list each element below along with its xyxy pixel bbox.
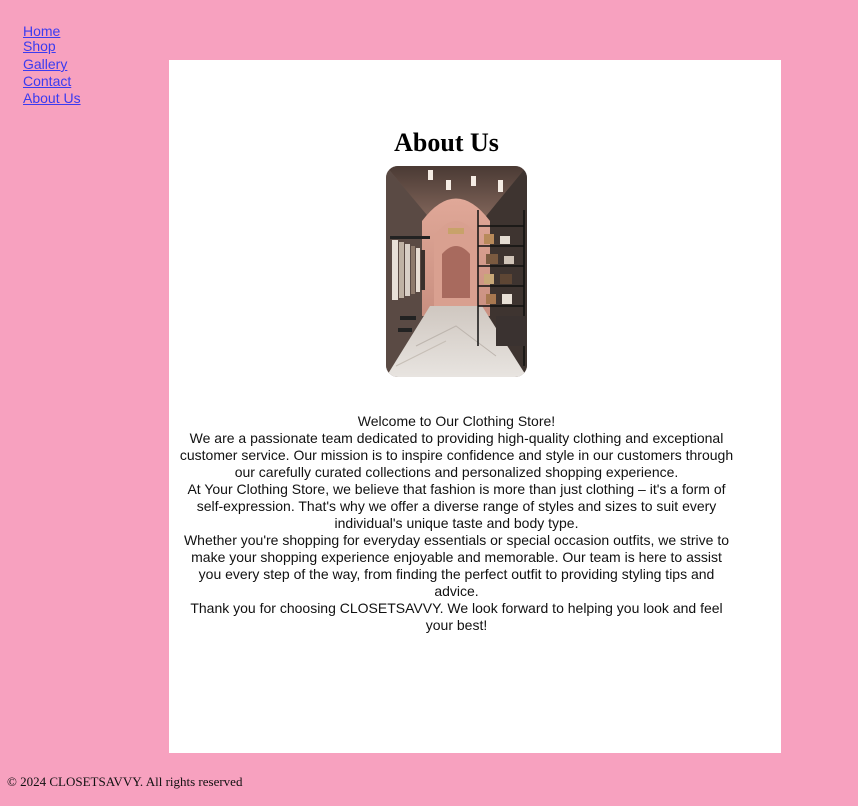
nav-link-about-us[interactable]: About Us <box>23 90 123 107</box>
store-interior-image <box>386 166 527 377</box>
about-paragraph: We are a passionate team dedicated to pr… <box>179 430 734 480</box>
nav-link-shop[interactable]: Shop <box>23 38 123 55</box>
welcome-text: Welcome to Our Clothing Store! <box>357 413 556 429</box>
nav-link-contact[interactable]: Contact <box>23 73 123 90</box>
main-nav: Home Shop Gallery Contact About Us <box>23 23 123 107</box>
about-paragraph: Thank you for choosing CLOSETSAVVY. We l… <box>190 600 723 633</box>
nav-link-gallery[interactable]: Gallery <box>23 56 123 73</box>
about-paragraph: Whether you're shopping for everyday ess… <box>183 532 730 599</box>
footer-copyright: © 2024 CLOSETSAVVY. All rights reserved <box>7 774 243 789</box>
about-paragraph: At Your Clothing Store, we believe that … <box>187 481 726 531</box>
about-card <box>169 60 781 753</box>
about-content: Welcome to Our Clothing Store! We are a … <box>169 413 744 634</box>
page-title: About Us <box>394 128 499 157</box>
